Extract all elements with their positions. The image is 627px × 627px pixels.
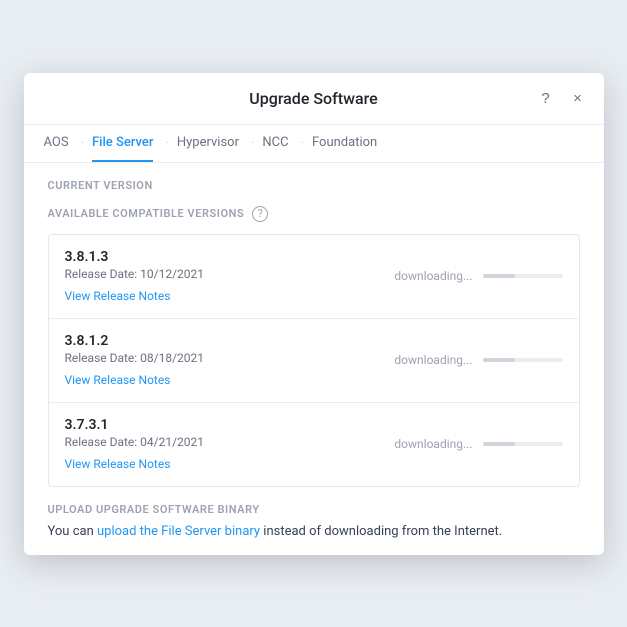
available-versions-row: AVAILABLE COMPATIBLE VERSIONS ? [48,206,580,222]
table-row: 3.8.1.2 Release Date: 08/18/2021 View Re… [49,319,579,403]
upload-text-after: instead of downloading from the Internet… [260,524,502,539]
view-notes-link-2[interactable]: View Release Notes [65,373,171,387]
release-date-1: Release Date: 10/12/2021 [65,267,343,281]
progress-bar-fill-2 [483,358,515,362]
tab-sep-3: · [251,136,254,151]
download-status-3: downloading... [343,437,563,451]
header-actions: ? × [536,88,588,108]
version-info-3: 3.7.3.1 Release Date: 04/21/2021 View Re… [65,417,343,472]
release-date-3: Release Date: 04/21/2021 [65,435,343,449]
version-number-2: 3.8.1.2 [65,333,343,349]
close-button[interactable]: × [568,88,588,108]
upload-text-before: You can [48,524,97,539]
tab-hypervisor[interactable]: Hypervisor [177,125,239,162]
upload-text: You can upload the File Server binary in… [48,524,580,539]
progress-bar-fill-1 [483,274,515,278]
tab-sep-4: · [301,136,304,151]
tab-foundation[interactable]: Foundation [312,125,377,162]
versions-list: 3.8.1.3 Release Date: 10/12/2021 View Re… [48,234,580,487]
tab-sep-2: · [165,136,168,151]
download-status-1: downloading... [343,269,563,283]
upgrade-software-modal: Upgrade Software ? × AOS · File Server ·… [24,73,604,555]
table-row: 3.8.1.3 Release Date: 10/12/2021 View Re… [49,235,579,319]
version-number-1: 3.8.1.3 [65,249,343,265]
downloading-text-1: downloading... [394,269,472,283]
modal-header: Upgrade Software ? × [24,73,604,125]
downloading-text-3: downloading... [394,437,472,451]
help-button[interactable]: ? [536,88,556,108]
downloading-text-2: downloading... [394,353,472,367]
tab-aos[interactable]: AOS [44,125,69,162]
current-version-section: CURRENT VERSION [48,179,580,192]
tab-file-server[interactable]: File Server [92,125,153,162]
progress-bar-fill-3 [483,442,515,446]
version-number-3: 3.7.3.1 [65,417,343,433]
tab-ncc[interactable]: NCC [262,125,288,162]
progress-bar-container-2 [483,358,563,362]
current-version-label: CURRENT VERSION [48,179,580,192]
view-notes-link-3[interactable]: View Release Notes [65,457,171,471]
tab-sep-1: · [81,136,84,151]
tab-bar: AOS · File Server · Hypervisor · NCC · F… [24,125,604,163]
download-status-2: downloading... [343,353,563,367]
upload-section: UPLOAD UPGRADE SOFTWARE BINARY You can u… [48,503,580,539]
view-notes-link-1[interactable]: View Release Notes [65,289,171,303]
modal-body: CURRENT VERSION AVAILABLE COMPATIBLE VER… [24,163,604,555]
progress-bar-container-1 [483,274,563,278]
release-date-2: Release Date: 08/18/2021 [65,351,343,365]
progress-bar-container-3 [483,442,563,446]
table-row: 3.7.3.1 Release Date: 04/21/2021 View Re… [49,403,579,486]
available-versions-help-icon[interactable]: ? [252,206,268,222]
version-info-1: 3.8.1.3 Release Date: 10/12/2021 View Re… [65,249,343,304]
upload-binary-link[interactable]: upload the File Server binary [97,524,260,539]
version-info-2: 3.8.1.2 Release Date: 08/18/2021 View Re… [65,333,343,388]
upload-label: UPLOAD UPGRADE SOFTWARE BINARY [48,503,580,516]
modal-title: Upgrade Software [249,89,377,108]
available-versions-label: AVAILABLE COMPATIBLE VERSIONS [48,207,245,220]
